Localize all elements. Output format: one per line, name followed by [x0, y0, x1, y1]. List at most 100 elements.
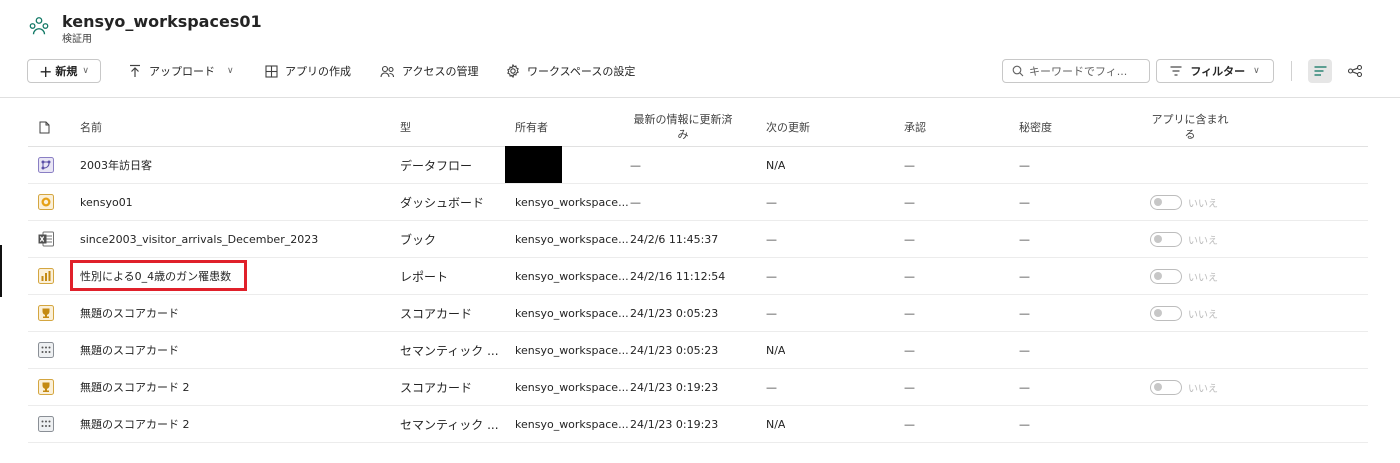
upload-button[interactable]: アップロード ∨: [128, 59, 234, 83]
row-owner: kensyo_workspace...: [515, 380, 629, 394]
row-owner: kensyo_workspace...: [515, 232, 629, 246]
create-app-label: アプリの作成: [285, 65, 351, 78]
search-input[interactable]: [1029, 64, 1147, 78]
row-type: データフロー: [400, 158, 473, 173]
toolbar-divider: [0, 97, 1400, 98]
dataflow-icon: [38, 157, 54, 173]
new-button[interactable]: + 新規 ∨: [27, 59, 101, 83]
filter-button[interactable]: フィルター ∨: [1156, 59, 1274, 83]
table-row[interactable]: 無題のスコアカード 2 セマンティック ... kensyo_workspace…: [28, 406, 1368, 443]
row-type: スコアカード: [400, 380, 473, 395]
row-sensitivity: —: [1019, 306, 1030, 320]
row-next-refresh: —: [766, 380, 777, 394]
row-type: セマンティック ...: [400, 343, 499, 358]
table-row[interactable]: 無題のスコアカード スコアカード kensyo_workspace... 24/…: [28, 295, 1368, 332]
row-next-refresh: —: [766, 269, 777, 283]
column-header-included-in-app[interactable]: アプリに含まれ る: [1140, 108, 1240, 146]
toggle-switch[interactable]: [1150, 194, 1182, 210]
workspace-people-icon: [29, 17, 49, 35]
row-sensitivity: —: [1019, 380, 1030, 394]
toolbar-separator: [1291, 61, 1292, 81]
row-type: スコアカード: [400, 306, 473, 321]
row-endorsement: —: [904, 417, 915, 431]
row-endorsement: —: [904, 380, 915, 394]
include-in-app-toggle[interactable]: いいえ: [1150, 193, 1218, 211]
row-refreshed: —: [630, 195, 641, 209]
table-row[interactable]: 無題のスコアカード セマンティック ... kensyo_workspace..…: [28, 332, 1368, 369]
lineage-view-button[interactable]: [1343, 59, 1367, 83]
row-refreshed: 24/1/23 0:19:23: [630, 380, 719, 394]
column-header-refreshed[interactable]: 最新の情報に更新済 み: [623, 108, 743, 146]
row-sensitivity: —: [1019, 269, 1030, 283]
include-in-app-toggle[interactable]: いいえ: [1150, 230, 1218, 248]
search-icon: [1012, 65, 1024, 77]
scorecard-icon: [38, 305, 54, 321]
column-header-next-refresh[interactable]: 次の更新: [766, 108, 810, 146]
column-header-sensitivity[interactable]: 秘密度: [1019, 108, 1052, 146]
column-header-included-line2: る: [1184, 128, 1196, 141]
search-box[interactable]: [1002, 59, 1150, 83]
row-type: ブック: [400, 232, 437, 247]
row-name[interactable]: 無題のスコアカード 2: [80, 369, 190, 405]
row-refreshed: 24/1/23 0:19:23: [630, 417, 719, 431]
chevron-down-icon: ∨: [1253, 66, 1260, 76]
toggle-switch[interactable]: [1150, 379, 1182, 395]
row-name[interactable]: 無題のスコアカード: [80, 332, 179, 368]
workspace-settings-label: ワークスペースの設定: [527, 65, 636, 78]
row-type: レポート: [400, 269, 449, 284]
toggle-label: いいえ: [1188, 198, 1218, 210]
list-view-button[interactable]: [1308, 59, 1332, 83]
toggle-switch[interactable]: [1150, 305, 1182, 321]
row-sensitivity: —: [1019, 417, 1030, 431]
report-icon: [38, 268, 54, 284]
include-in-app-toggle[interactable]: いいえ: [1150, 378, 1218, 396]
workspace-settings-button[interactable]: ワークスペースの設定: [506, 59, 635, 83]
column-header-type[interactable]: 型: [400, 108, 411, 146]
table-row[interactable]: kensyo01 ダッシュボード kensyo_workspace... — —…: [28, 184, 1368, 221]
row-refreshed: 24/2/16 11:12:54: [630, 269, 726, 283]
column-header-refreshed-line2: み: [677, 128, 689, 141]
filter-label: フィルター: [1190, 65, 1246, 78]
row-sensitivity: —: [1019, 158, 1030, 172]
include-in-app-toggle[interactable]: いいえ: [1150, 304, 1218, 322]
row-endorsement: —: [904, 343, 915, 357]
document-icon: [39, 121, 50, 133]
scorecard-icon: [38, 379, 54, 395]
column-header-endorsement[interactable]: 承認: [904, 108, 926, 146]
column-header-refreshed-line1: 最新の情報に更新済: [633, 113, 733, 126]
toggle-switch[interactable]: [1150, 268, 1182, 284]
row-name[interactable]: 2003年訪日客: [80, 147, 152, 183]
table-row[interactable]: 2003年訪日客 データフロー — N/A — —: [28, 146, 1368, 184]
excel-workbook-icon: [38, 231, 54, 247]
column-header-name[interactable]: 名前: [80, 108, 102, 146]
include-in-app-toggle[interactable]: いいえ: [1150, 267, 1218, 285]
table-row[interactable]: 無題のスコアカード 2 スコアカード kensyo_workspace... 2…: [28, 369, 1368, 406]
row-refreshed: 24/1/23 0:05:23: [630, 343, 719, 357]
manage-access-button[interactable]: アクセスの管理: [380, 59, 478, 83]
toggle-switch[interactable]: [1150, 231, 1182, 247]
people-icon: [380, 65, 395, 77]
row-name[interactable]: since2003_visitor_arrivals_December_2023: [80, 221, 318, 257]
row-next-refresh: N/A: [766, 343, 786, 357]
lineage-icon: [1348, 65, 1362, 77]
table-row[interactable]: since2003_visitor_arrivals_December_2023…: [28, 221, 1368, 258]
create-app-button[interactable]: アプリの作成: [265, 59, 351, 83]
semantic-model-icon: [38, 342, 54, 358]
toggle-label: いいえ: [1188, 235, 1218, 247]
row-name[interactable]: kensyo01: [80, 184, 133, 220]
row-sensitivity: —: [1019, 195, 1030, 209]
chevron-down-icon: ∨: [227, 66, 234, 76]
row-name[interactable]: 無題のスコアカード 2: [80, 406, 190, 442]
list-view-icon: [1314, 66, 1326, 76]
upload-label: アップロード: [149, 65, 215, 78]
highlight-annotation-box: [70, 260, 247, 291]
file-type-column-icon: [39, 108, 50, 146]
plus-icon: +: [39, 61, 53, 81]
row-endorsement: —: [904, 232, 915, 246]
dashboard-icon: [38, 194, 54, 210]
column-header-owner[interactable]: 所有者: [515, 108, 548, 146]
gear-icon: [507, 64, 519, 78]
toolbar: + 新規 ∨ アップロード ∨ アプリの作成 アクセスの管理 ワークスペースの設…: [27, 59, 1400, 85]
row-name[interactable]: 無題のスコアカード: [80, 295, 179, 331]
workspace-header: kensyo_workspaces01 検証用: [28, 12, 262, 46]
